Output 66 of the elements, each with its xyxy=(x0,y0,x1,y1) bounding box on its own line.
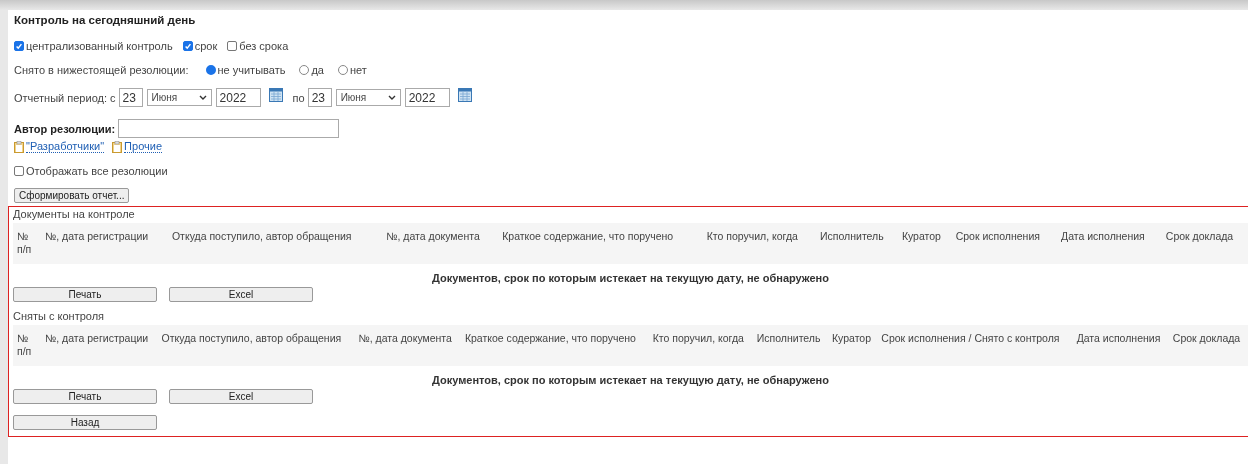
checkbox-label: централизованный контроль xyxy=(26,40,173,52)
export-button[interactable]: Печать xyxy=(13,389,157,404)
year-field[interactable]: 2022 xyxy=(215,88,261,107)
author-link[interactable]: Прочие xyxy=(124,140,162,153)
checkbox[interactable] xyxy=(227,41,238,51)
clipboard-icon xyxy=(14,140,24,153)
column-header: Откуда поступило, автор обращения xyxy=(157,325,355,366)
radio-button[interactable] xyxy=(299,65,310,75)
column-header: Дата исполнения xyxy=(1072,325,1169,366)
month-dropdown[interactable]: Июня xyxy=(146,89,212,106)
radio-label: да xyxy=(311,64,324,76)
column-header: Срок доклада xyxy=(1161,223,1248,264)
section-title: Документы на контроле xyxy=(13,208,136,220)
column-header: Краткое содержание, что поручено xyxy=(498,223,703,264)
column-header: Срок исполнения / Снято с контроля xyxy=(877,325,1073,366)
radio-button[interactable] xyxy=(205,65,216,75)
field-label: по xyxy=(292,91,305,104)
checkbox[interactable] xyxy=(182,41,193,51)
export-button[interactable]: Excel xyxy=(169,287,313,302)
radio-button[interactable] xyxy=(338,65,348,75)
caret-icon xyxy=(387,95,396,100)
column-header: Исполнитель xyxy=(752,325,828,366)
radio-label: нет xyxy=(350,64,367,76)
day-field[interactable]: 23 xyxy=(307,88,332,107)
day-field[interactable]: 23 xyxy=(118,88,143,107)
column-header: № п/п xyxy=(13,325,41,366)
author-link[interactable]: "Разработчики" xyxy=(26,140,105,153)
author-field[interactable] xyxy=(118,119,340,138)
section-title: Сняты с контроля xyxy=(13,310,106,322)
field-label: Автор резолюции: xyxy=(14,122,116,135)
column-header: Дата исполнения xyxy=(1057,223,1162,264)
calendar-icon[interactable] xyxy=(268,88,283,102)
column-header: Краткое содержание, что поручено xyxy=(460,325,649,366)
radio-label: не учитывать xyxy=(217,64,286,76)
clipboard-icon xyxy=(112,140,123,153)
checkbox-label: без срока xyxy=(239,40,289,52)
checkbox[interactable] xyxy=(14,166,24,176)
checkbox-label: срок xyxy=(194,40,218,52)
column-header: №, дата регистрации xyxy=(41,223,168,264)
export-button[interactable]: Excel xyxy=(169,389,313,404)
empty-message: Документов, срок по которым истекает на текущую дату, не обнаружено xyxy=(431,374,830,386)
field-label: Снято в нижестоящей резолюции: xyxy=(14,64,189,76)
column-header: Срок доклада xyxy=(1168,325,1248,366)
year-field[interactable]: 2022 xyxy=(404,88,450,107)
column-header: Исполнитель xyxy=(816,223,898,264)
column-header: Кто поручил, когда xyxy=(648,325,753,366)
checkbox-label: Отображать все резолюции xyxy=(26,165,168,177)
back-button[interactable]: Назад xyxy=(13,415,157,430)
column-header: Кто поручил, когда xyxy=(702,223,816,264)
calendar-icon[interactable] xyxy=(457,88,472,102)
column-header: №, дата документа xyxy=(382,223,499,264)
month-dropdown[interactable]: Июня xyxy=(335,89,401,106)
export-button[interactable]: Печать xyxy=(13,287,157,302)
column-header: Куратор xyxy=(897,223,952,264)
field-label: Отчетный период: с xyxy=(14,91,116,104)
empty-message: Документов, срок по которым истекает на текущую дату, не обнаружено xyxy=(431,272,830,284)
page-title: Контроль на сегодняшний день xyxy=(14,14,197,26)
caret-icon xyxy=(198,95,207,100)
column-header: Срок исполнения xyxy=(951,223,1058,264)
checkbox[interactable] xyxy=(14,41,24,51)
column-header: № п/п xyxy=(13,223,41,264)
column-header: Откуда поступило, автор обращения xyxy=(167,223,383,264)
column-header: №, дата регистрации xyxy=(41,325,158,366)
column-header: №, дата документа xyxy=(354,325,461,366)
column-header: Куратор xyxy=(827,325,878,366)
generate-report-button[interactable]: Сформировать отчет... xyxy=(14,188,130,203)
